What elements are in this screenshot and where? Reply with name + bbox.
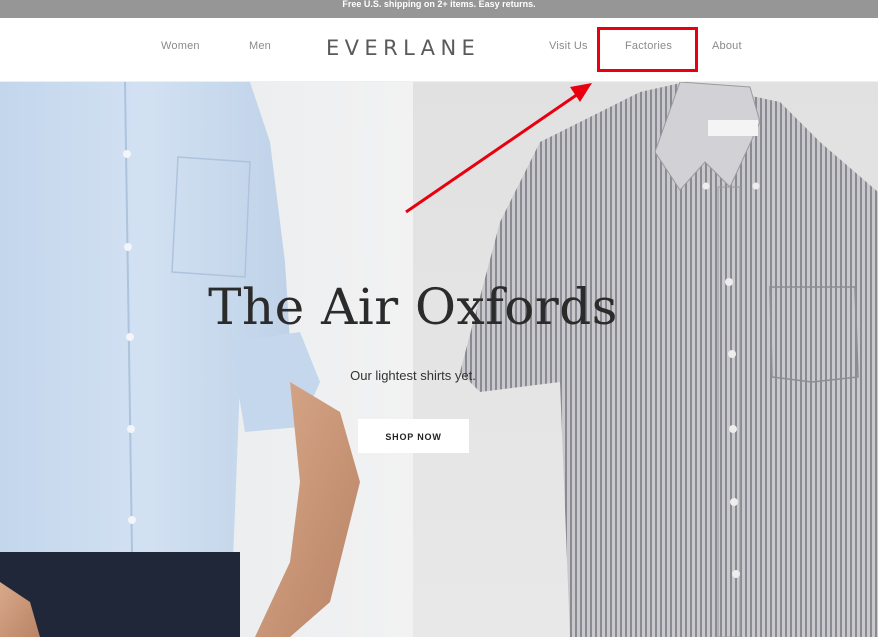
nav-visit-us[interactable]: Visit Us bbox=[549, 40, 588, 52]
nav-about[interactable]: About bbox=[712, 40, 742, 52]
hero-title: The Air Oxfords bbox=[208, 278, 618, 336]
hero-banner[interactable]: The Air Oxfords Our lightest shirts yet.… bbox=[0, 82, 878, 637]
striped-shirt-image bbox=[460, 82, 878, 637]
everlane-logo[interactable]: EVERLANE bbox=[326, 36, 480, 60]
announcement-bar: Free U.S. shipping on 2+ items. Easy ret… bbox=[0, 0, 878, 18]
nav-men[interactable]: Men bbox=[249, 40, 271, 52]
nav-women[interactable]: Women bbox=[161, 40, 200, 52]
shop-now-button[interactable]: SHOP NOW bbox=[358, 419, 469, 453]
highlight-box bbox=[597, 27, 698, 72]
site-header: Women Men EVERLANE Visit Us Factories Ab… bbox=[0, 18, 878, 82]
announcement-text: Free U.S. shipping on 2+ items. Easy ret… bbox=[342, 0, 536, 9]
model-blue-shirt-image bbox=[0, 82, 360, 637]
hero-subtitle: Our lightest shirts yet. bbox=[350, 368, 476, 383]
page: Free U.S. shipping on 2+ items. Easy ret… bbox=[0, 0, 878, 637]
